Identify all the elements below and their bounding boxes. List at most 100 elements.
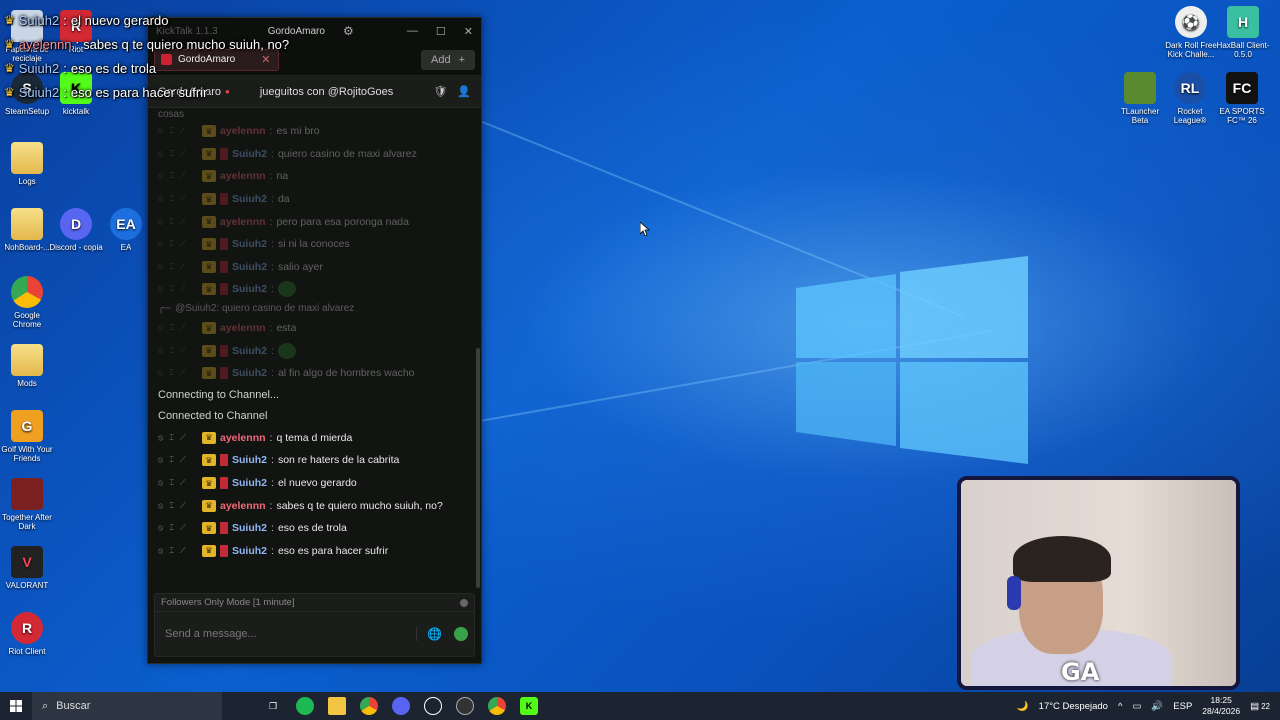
- chrome-icon[interactable]: [360, 697, 378, 715]
- user-icon[interactable]: 👤: [457, 85, 471, 98]
- pin-icon[interactable]: ⌶: [169, 194, 174, 204]
- mod-icon[interactable]: ⟋: [180, 523, 186, 533]
- message-username[interactable]: ayelennn: [220, 432, 266, 444]
- message-username[interactable]: Suiuh2: [232, 545, 267, 557]
- reply-icon[interactable]: ⦸: [158, 368, 163, 378]
- message-username[interactable]: Suiuh2: [232, 522, 267, 534]
- pin-icon[interactable]: ⌶: [169, 433, 174, 443]
- message-username[interactable]: Suiuh2: [232, 193, 267, 205]
- mod-icon[interactable]: ⟋: [180, 433, 186, 443]
- translate-icon[interactable]: 🌐: [427, 627, 442, 641]
- reply-icon[interactable]: ⦸: [158, 171, 163, 181]
- network-icon[interactable]: ▭: [1132, 701, 1141, 712]
- discord-icon[interactable]: [392, 697, 410, 715]
- pin-icon[interactable]: ⌶: [169, 239, 174, 249]
- desktop-icon-easportsfc[interactable]: FC EA SPORTS FC™ 26: [1214, 72, 1270, 125]
- pin-icon[interactable]: ⌶: [169, 262, 174, 272]
- mod-icon[interactable]: ⟋: [180, 368, 186, 378]
- chat-message[interactable]: ⦸ ⌶ ⟋ ♛ ayelennn: es mi bro: [158, 120, 471, 143]
- reply-icon[interactable]: ⦸: [158, 149, 163, 159]
- maximize-icon[interactable]: ☐: [436, 25, 446, 38]
- kicktalk-taskbar-icon[interactable]: K: [520, 697, 538, 715]
- chat-message[interactable]: ⦸ ⌶ ⟋ ♛ ayelennn: esta: [158, 317, 471, 340]
- desktop-icon-nohboard[interactable]: NohBoard-...: [0, 208, 54, 252]
- gear-icon[interactable]: ⚙: [343, 24, 354, 38]
- volume-icon[interactable]: 🔊: [1151, 701, 1163, 712]
- message-username[interactable]: Suiuh2: [232, 454, 267, 466]
- message-username[interactable]: Suiuh2: [232, 345, 267, 357]
- reply-icon[interactable]: ⦸: [158, 501, 163, 511]
- desktop-icon-mods[interactable]: Mods: [0, 344, 54, 388]
- reply-icon[interactable]: ⦸: [158, 546, 163, 556]
- reply-icon[interactable]: ⦸: [158, 126, 163, 136]
- message-username[interactable]: ayelennn: [220, 216, 266, 228]
- chat-message[interactable]: ⦸ ⌶ ⟋ ♛ Suiuh2: da: [158, 188, 471, 211]
- shield-icon[interactable]: 🛡: [433, 85, 447, 98]
- chat-message[interactable]: ⦸ ⌶ ⟋ ♛ Suiuh2: quiero casino de maxi alvarez: [158, 143, 471, 166]
- mod-icon[interactable]: ⟋: [180, 239, 186, 249]
- minimize-icon[interactable]: —: [407, 25, 418, 38]
- reply-icon[interactable]: ⦸: [158, 346, 163, 356]
- weather-text[interactable]: 17°C Despejado: [1039, 701, 1108, 712]
- reply-icon[interactable]: ⦸: [158, 433, 163, 443]
- reply-icon[interactable]: ⦸: [158, 217, 163, 227]
- reply-icon[interactable]: ⦸: [158, 523, 163, 533]
- mod-icon[interactable]: ⟋: [180, 126, 186, 136]
- message-username[interactable]: Suiuh2: [232, 367, 267, 379]
- info-icon[interactable]: [460, 598, 468, 607]
- reply-icon[interactable]: ⦸: [158, 478, 163, 488]
- chat-message[interactable]: ⦸ ⌶ ⟋ ♛ Suiuh2: salio ayer: [158, 256, 471, 279]
- pin-icon[interactable]: ⌶: [169, 546, 174, 556]
- desktop-icon-haxball[interactable]: H HaxBall Client-0.5.0: [1216, 6, 1270, 59]
- add-channel-button[interactable]: Add +: [420, 49, 475, 70]
- pin-icon[interactable]: ⌶: [169, 284, 174, 294]
- mod-icon[interactable]: ⟋: [180, 546, 186, 556]
- mod-icon[interactable]: ⟋: [180, 194, 186, 204]
- chat-message[interactable]: ⦸ ⌶ ⟋ ♛ Suiuh2: son re haters de la cabrita: [158, 449, 471, 472]
- taskbar-search[interactable]: ⌕ Buscar: [32, 692, 222, 720]
- pin-icon[interactable]: ⌶: [169, 455, 174, 465]
- desktop-icon-logs[interactable]: Logs: [0, 142, 54, 186]
- mod-icon[interactable]: ⟋: [180, 455, 186, 465]
- desktop-icon-golf[interactable]: G Golf With Your Friends: [0, 410, 54, 463]
- spotify-icon[interactable]: [296, 697, 314, 715]
- message-username[interactable]: ayelennn: [220, 322, 266, 334]
- mod-icon[interactable]: ⟋: [180, 149, 186, 159]
- pin-icon[interactable]: ⌶: [169, 478, 174, 488]
- reply-icon[interactable]: ⦸: [158, 194, 163, 204]
- chevron-up-icon[interactable]: ^: [1118, 701, 1122, 712]
- desktop-icon-together[interactable]: Together After Dark: [0, 478, 54, 531]
- notification-icon[interactable]: ▤ 22: [1250, 701, 1270, 712]
- mod-icon[interactable]: ⟋: [180, 346, 186, 356]
- reply-icon[interactable]: ⦸: [158, 455, 163, 465]
- message-username[interactable]: Suiuh2: [232, 283, 267, 295]
- pin-icon[interactable]: ⌶: [169, 126, 174, 136]
- emote-picker-icon[interactable]: [454, 627, 468, 641]
- start-button[interactable]: [0, 700, 32, 712]
- chat-message[interactable]: ⦸ ⌶ ⟋ ♛ ayelennn: q tema d mierda: [158, 427, 471, 450]
- obs-icon[interactable]: [456, 697, 474, 715]
- mod-icon[interactable]: ⟋: [180, 171, 186, 181]
- chrome-profile-icon[interactable]: [488, 697, 506, 715]
- chat-message[interactable]: ⦸ ⌶ ⟋ ♛ Suiuh2: al fin algo de hombres wacho: [158, 362, 471, 385]
- mod-icon[interactable]: ⟋: [180, 284, 186, 294]
- mod-icon[interactable]: ⟋: [180, 217, 186, 227]
- desktop-icon-tlauncher[interactable]: TLauncher Beta: [1113, 72, 1167, 125]
- task-view-icon[interactable]: ❐: [264, 697, 282, 715]
- desktop-icon-riot-client[interactable]: R Riot Client: [0, 612, 54, 656]
- pin-icon[interactable]: ⌶: [169, 217, 174, 227]
- desktop-icon-rocketleague[interactable]: RL Rocket League®: [1163, 72, 1217, 125]
- reply-icon[interactable]: ⦸: [158, 323, 163, 333]
- desktop-icon-chrome[interactable]: Google Chrome: [0, 276, 54, 329]
- mod-icon[interactable]: ⟋: [180, 478, 186, 488]
- mod-icon[interactable]: ⟋: [180, 501, 186, 511]
- lang-indicator[interactable]: ESP: [1173, 701, 1192, 712]
- chat-message[interactable]: ⦸ ⌶ ⟋ ♛ Suiuh2: el nuevo gerardo: [158, 472, 471, 495]
- message-username[interactable]: ayelennn: [220, 170, 266, 182]
- pin-icon[interactable]: ⌶: [169, 323, 174, 333]
- close-icon[interactable]: ✕: [464, 25, 473, 38]
- pin-icon[interactable]: ⌶: [169, 523, 174, 533]
- reply-icon[interactable]: ⦸: [158, 239, 163, 249]
- desktop-icon-valorant[interactable]: V VALORANT: [0, 546, 54, 590]
- message-username[interactable]: ayelennn: [220, 125, 266, 137]
